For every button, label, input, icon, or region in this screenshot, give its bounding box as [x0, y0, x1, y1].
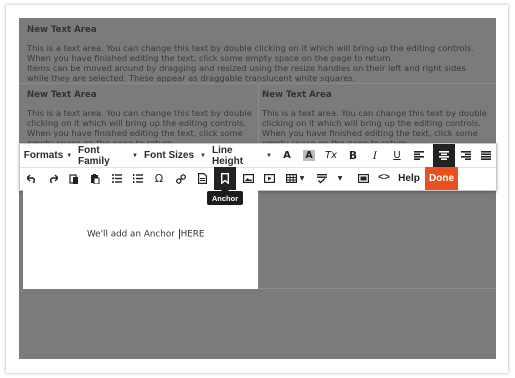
justify-icon	[481, 151, 491, 160]
formats-label: Formats	[23, 150, 64, 161]
top-text-area[interactable]: New Text Area This is a text area. You c…	[27, 25, 489, 83]
code-icon: <>	[377, 173, 390, 184]
formats-dropdown[interactable]: Formats ▼	[24, 145, 72, 166]
chevron-down-icon: ▼	[132, 152, 138, 159]
link-icon	[176, 173, 186, 184]
spellcheck-icon	[316, 173, 327, 183]
anchor-tooltip: Anchor	[207, 187, 243, 205]
align-left-button[interactable]	[410, 145, 428, 166]
link-button[interactable]	[172, 168, 190, 189]
background-color-button[interactable]: A	[300, 145, 318, 166]
line-height-label: Line Height	[212, 144, 244, 167]
top-text-area-paragraph-1: This is a text area. You can change this…	[27, 43, 474, 63]
media-button[interactable]	[260, 168, 278, 189]
align-center-button[interactable]	[433, 144, 455, 167]
editor-text-before: We'll add an Anchor	[87, 229, 178, 240]
image-icon	[242, 174, 254, 183]
spellcheck-dropdown[interactable]: ▼	[333, 168, 347, 189]
paste-icon	[69, 173, 78, 184]
right-text-area-title: New Text Area	[262, 90, 332, 100]
chevron-down-icon: ▼	[337, 175, 343, 182]
table-dropdown[interactable]: ▼	[282, 168, 308, 189]
font-sizes-dropdown[interactable]: Font Sizes ▼	[144, 145, 206, 166]
align-right-icon	[461, 151, 471, 160]
document-icon	[197, 173, 207, 184]
numbered-list-icon	[133, 174, 143, 183]
italic-button[interactable]: I	[366, 145, 384, 166]
bold-button[interactable]: B	[344, 145, 362, 166]
bullet-list-icon	[112, 174, 122, 183]
bullet-list-button[interactable]	[108, 168, 126, 189]
paste-text-icon	[91, 173, 100, 184]
top-text-area-title: New Text Area	[27, 25, 97, 35]
table-icon	[285, 174, 297, 183]
align-left-icon	[414, 151, 424, 160]
font-color-button[interactable]: A	[278, 145, 296, 166]
undo-button[interactable]	[23, 168, 41, 189]
chevron-down-icon: ▼	[66, 152, 73, 159]
text-cursor	[178, 229, 180, 239]
top-text-area-paragraph-2: Items can be moved around by dragging an…	[27, 63, 466, 83]
divider	[258, 288, 496, 289]
tooltip-label: Anchor	[211, 193, 239, 203]
justify-button[interactable]	[477, 145, 495, 166]
clear-formatting-button[interactable]: Tx	[322, 145, 340, 166]
font-color-icon: A	[283, 150, 291, 161]
fullscreen-icon	[357, 174, 369, 183]
left-text-area-paragraph: This is a text area. You can change this…	[27, 108, 252, 148]
underline-button[interactable]: U	[388, 145, 406, 166]
right-text-area-paragraph: This is a text area. You can change this…	[262, 108, 487, 148]
line-height-dropdown[interactable]: Line Height ▼	[212, 144, 272, 167]
paste-button[interactable]	[65, 168, 83, 189]
align-right-button[interactable]	[457, 145, 475, 166]
redo-icon	[50, 174, 58, 183]
done-button[interactable]: Done	[425, 167, 458, 190]
done-label: Done	[429, 173, 454, 184]
chevron-down-icon: ▼	[200, 152, 206, 159]
fullscreen-button[interactable]	[354, 168, 372, 189]
editor-text-after: HERE	[180, 229, 205, 240]
right-text-area[interactable]: New Text Area This is a text area. You c…	[262, 90, 488, 148]
italic-icon: I	[372, 149, 378, 162]
left-text-area[interactable]: New Text Area This is a text area. You c…	[27, 90, 253, 148]
align-center-icon	[439, 151, 449, 160]
editor-toolbar: Formats ▼ Font Family ▼ Font Sizes ▼ Line H…	[19, 143, 497, 191]
undo-icon	[27, 174, 35, 183]
source-code-button[interactable]: <>	[375, 168, 393, 189]
font-family-dropdown[interactable]: Font Family ▼	[78, 144, 138, 167]
chevron-down-icon: ▼	[299, 175, 305, 182]
spellcheck-button[interactable]	[313, 168, 331, 189]
numbered-list-button[interactable]	[129, 168, 147, 189]
bookmark-icon	[221, 173, 229, 184]
font-sizes-label: Font Sizes	[144, 150, 195, 161]
paste-text-button[interactable]	[86, 168, 104, 189]
chevron-down-icon: ▼	[266, 152, 272, 159]
redo-button[interactable]	[44, 168, 62, 189]
document-button[interactable]	[193, 168, 211, 189]
image-button[interactable]	[239, 168, 257, 189]
font-family-label: Font Family	[78, 144, 110, 167]
clear-formatting-icon: Tx	[324, 150, 338, 161]
left-text-area-title: New Text Area	[27, 90, 97, 100]
toolbar-row-2: Ω ▼ ▼ <> Help Done	[20, 167, 496, 190]
editor-content: We'll add an Anchor HERE	[87, 229, 204, 240]
toolbar-row-1: Formats ▼ Font Family ▼ Font Sizes ▼ Line H…	[20, 144, 496, 168]
help-label: Help	[398, 173, 420, 184]
background-color-icon: A	[303, 150, 315, 161]
media-icon	[263, 174, 275, 183]
bold-icon: B	[348, 149, 357, 162]
special-character-button[interactable]: Ω	[150, 168, 168, 189]
omega-icon: Ω	[154, 172, 164, 185]
underline-icon: U	[393, 150, 401, 161]
help-button[interactable]: Help	[395, 168, 423, 189]
